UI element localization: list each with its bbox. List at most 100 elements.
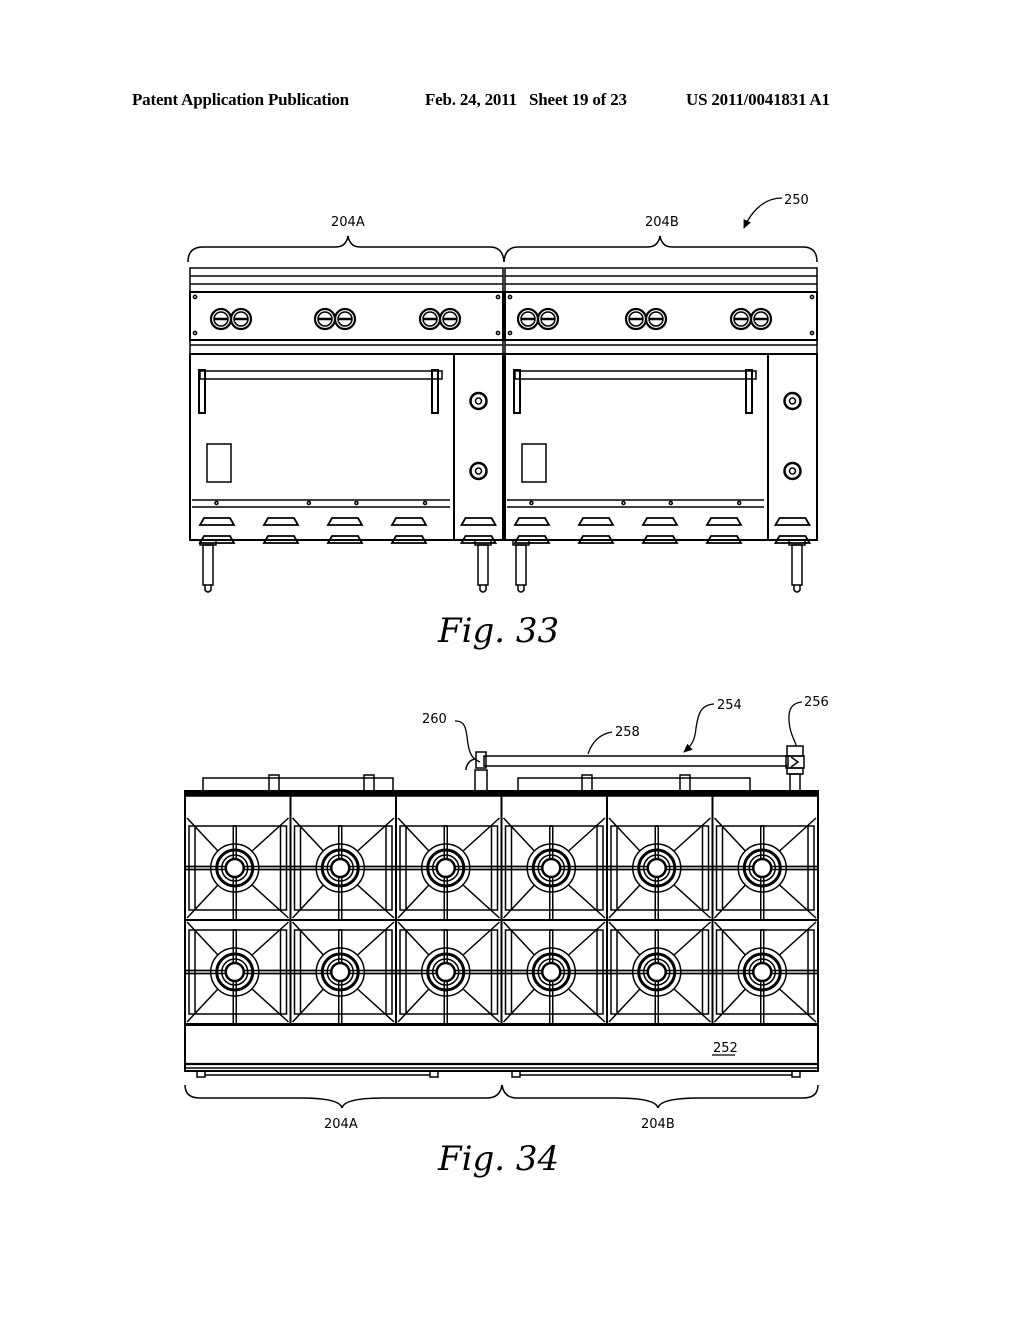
grate-bar: [608, 985, 644, 1023]
screw: [621, 500, 626, 506]
vent-slot: [705, 517, 743, 526]
grate-bar: [186, 985, 222, 1023]
grate-bar: [713, 817, 749, 855]
grate-bar: [502, 817, 538, 855]
brace-204a-bottom: [184, 1084, 503, 1109]
grate-bar: [248, 881, 290, 919]
screw: [736, 500, 742, 506]
grate-bar: [713, 985, 749, 1023]
pipe-riser-right: [789, 773, 801, 792]
figure-33: 204A 204B 250 Fig. 33: [187, 193, 818, 651]
grate-bar: [248, 985, 290, 1023]
vent-slot: [773, 517, 812, 526]
handle-bracket: [431, 369, 439, 414]
brace-204b-bottom: [501, 1084, 819, 1109]
grate-bar: [248, 921, 290, 959]
burner-cap: [752, 961, 773, 983]
vent-slot: [513, 517, 551, 526]
label-204a-top: 204A: [331, 215, 365, 230]
figure-34: 260 258 254 256 252 204A 204B Fig. 34: [184, 695, 829, 1179]
leg: [202, 544, 214, 586]
burner-cap: [752, 857, 773, 879]
oven-door-handle: [199, 370, 443, 380]
label-260: 260: [422, 712, 447, 727]
grate-bar: [459, 881, 501, 919]
grate-bar: [564, 817, 606, 855]
vent-slot: [198, 517, 236, 526]
grate-bar: [502, 881, 538, 919]
pipe-riser-left: [474, 769, 488, 792]
grate-bar: [353, 985, 395, 1023]
leg: [791, 544, 803, 586]
grate-bar: [186, 921, 222, 959]
oven-window: [206, 443, 232, 483]
grate-bar: [670, 817, 712, 855]
burner-grate-cell: [289, 921, 397, 1025]
grate-bar: [502, 985, 538, 1023]
grate-bar: [397, 817, 433, 855]
grate-bar: [564, 985, 606, 1023]
grate-bar: [459, 817, 501, 855]
grate-bar: [713, 881, 749, 919]
leader-arrow-250: [743, 197, 783, 229]
burner-cap: [435, 857, 456, 879]
grate-bar: [670, 881, 712, 919]
label-204a-bottom: 204A: [324, 1117, 358, 1132]
valve-symbol: [790, 756, 800, 768]
grate-bar: [397, 921, 433, 959]
leg-foot: [479, 585, 487, 593]
burner-grate-cell: [184, 921, 292, 1025]
valve-bottom: [786, 767, 804, 775]
grate-bar: [608, 921, 644, 959]
grate-bar: [459, 921, 501, 959]
valve-top: [786, 745, 804, 757]
leg-foot: [793, 585, 801, 593]
grate-bar: [353, 881, 395, 919]
burner-cap: [646, 961, 667, 983]
burner-cap: [330, 857, 351, 879]
leg-foot: [204, 585, 212, 593]
screw: [214, 500, 219, 506]
grate-bar: [459, 985, 501, 1023]
burner-cap: [224, 961, 245, 983]
brace-204a: [187, 235, 505, 263]
grate-bar: [775, 985, 817, 1023]
oven-knob-center: [788, 467, 797, 475]
vent-slot: [262, 517, 300, 526]
grate-bar: [248, 817, 290, 855]
burner-cap: [435, 961, 456, 983]
burner-grate-cell: [395, 921, 503, 1025]
back-plate: [517, 777, 751, 792]
burner-grate-cell: [395, 817, 503, 921]
grate-bar: [291, 881, 327, 919]
gas-pipe-258: [483, 755, 789, 767]
grate-bar: [670, 985, 712, 1023]
vent-slot: [390, 517, 428, 526]
grate-bar: [353, 921, 395, 959]
grate-bar: [353, 817, 395, 855]
burner-grate-cell: [711, 921, 819, 1025]
oven-knob-center: [474, 467, 483, 475]
grate-bar: [775, 817, 817, 855]
burner-grate-cell: [500, 817, 608, 921]
burner-cap: [541, 961, 562, 983]
leader-256: [788, 701, 803, 747]
figure-34-caption: Fig. 34: [437, 1139, 559, 1179]
leader-arrow-254: [683, 703, 715, 753]
burner-grate-cell: [500, 921, 608, 1025]
grate-bar: [186, 817, 222, 855]
burner-cap: [330, 961, 351, 983]
leg-foot: [517, 585, 525, 593]
grate-bar: [670, 921, 712, 959]
burner-cap: [646, 857, 667, 879]
leader-258: [587, 731, 613, 755]
oven-knob-icon: [469, 461, 488, 481]
handle-bracket: [198, 369, 206, 414]
grate-bar: [186, 881, 222, 919]
grate-bar: [775, 921, 817, 959]
burner-cap: [224, 857, 245, 879]
screw: [668, 500, 674, 506]
burner-grate-cell: [606, 817, 714, 921]
leg: [515, 544, 527, 586]
grate-bar: [502, 921, 538, 959]
